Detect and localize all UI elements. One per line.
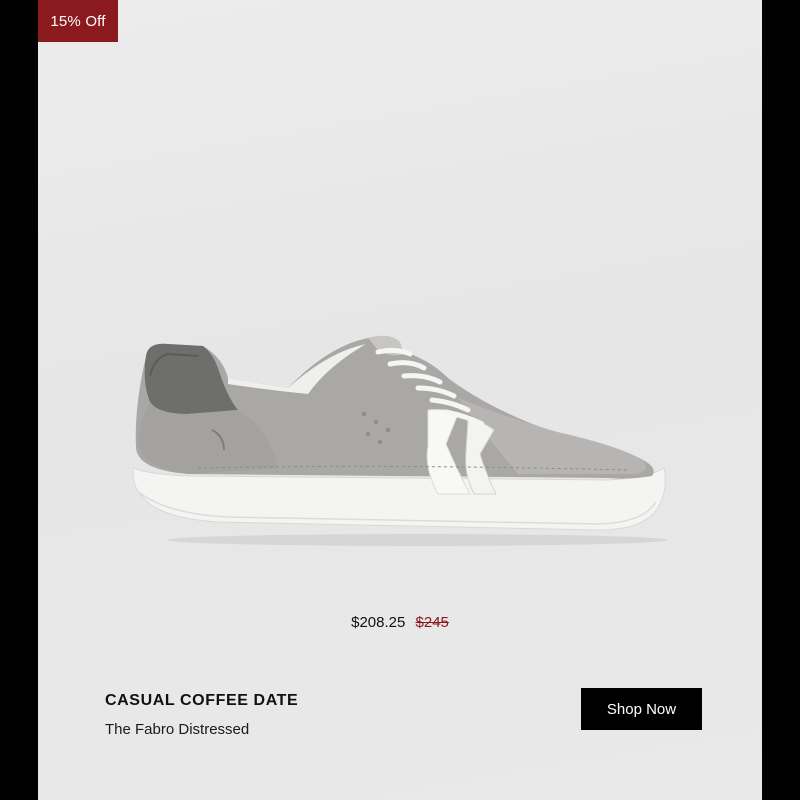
discount-badge-label: 15% Off bbox=[50, 12, 106, 30]
product-title: CASUAL COFFEE DATE bbox=[105, 692, 299, 709]
product-card: 15% Off $208.25 $245 CASUAL COFFEE DATE … bbox=[38, 0, 762, 800]
original-price: $245 bbox=[415, 614, 449, 631]
shop-now-button-label: Shop Now bbox=[606, 700, 677, 718]
sneaker-product-image[interactable] bbox=[128, 318, 668, 548]
shop-now-button[interactable]: Shop Now bbox=[581, 688, 702, 730]
product-subtitle: The Fabro Distressed bbox=[105, 721, 250, 738]
current-price: $208.25 bbox=[351, 614, 406, 631]
discount-badge: 15% Off bbox=[38, 0, 118, 42]
price-row: $208.25 $245 bbox=[38, 614, 762, 631]
